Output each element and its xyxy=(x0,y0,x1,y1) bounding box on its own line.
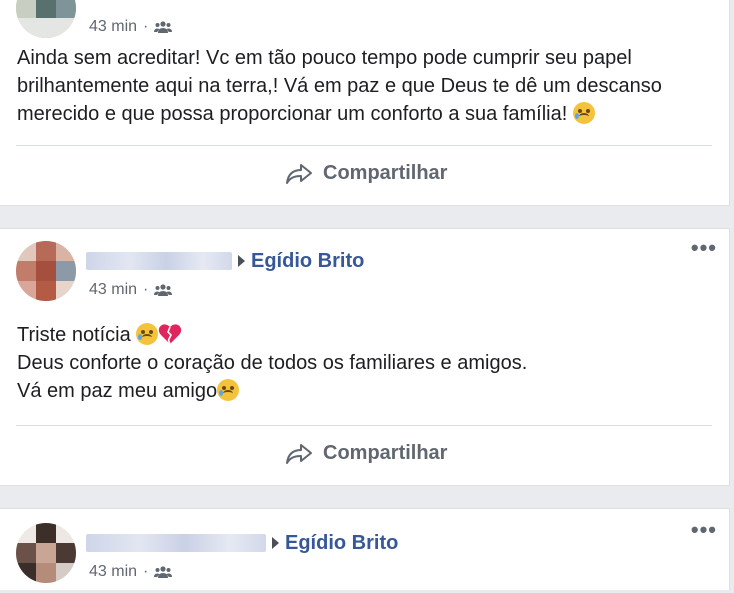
separator-dot: · xyxy=(143,18,149,35)
broken-heart-icon xyxy=(159,324,182,345)
target-profile-link[interactable]: Egídio Brito xyxy=(285,532,398,555)
author-line: Egídio Brito xyxy=(86,249,364,273)
post-text: Ainda sem acreditar! Vc em tão pouco tem… xyxy=(17,44,717,128)
target-profile-link[interactable]: Egídio Brito xyxy=(251,250,364,273)
avatar[interactable] xyxy=(16,523,76,583)
separator-dot: · xyxy=(143,281,149,298)
post-header: 43 min · xyxy=(16,0,716,48)
group-icon xyxy=(154,566,173,578)
post-meta: 43 min · xyxy=(89,563,173,581)
crying-emoji-icon xyxy=(217,379,240,401)
divider xyxy=(16,425,712,426)
crying-emoji-icon xyxy=(572,102,595,124)
post-text-line: merecido e que possa proporcionar um con… xyxy=(17,103,568,125)
crying-emoji-icon xyxy=(136,323,159,345)
divider xyxy=(16,145,712,146)
post-text-line: brilhantemente aqui na terra,! Vá em paz… xyxy=(17,75,662,97)
more-options-icon[interactable]: ••• xyxy=(691,237,717,259)
post-text-line: Ainda sem acreditar! Vc em tão pouco tem… xyxy=(17,47,632,69)
more-options-icon[interactable]: ••• xyxy=(691,519,717,541)
post-header: Egídio Brito 43 min · xyxy=(16,523,716,593)
avatar[interactable] xyxy=(16,241,76,301)
arrow-right-icon xyxy=(272,537,279,549)
post-time[interactable]: 43 min xyxy=(89,281,137,299)
arrow-right-icon xyxy=(238,255,245,267)
post-header: Egídio Brito 43 min · xyxy=(16,241,716,311)
post-card: 43 min · Ainda sem acreditar! Vc em tão … xyxy=(0,0,730,206)
author-name-redacted[interactable] xyxy=(86,534,266,552)
post-text-line: Triste notícia xyxy=(17,324,131,346)
post-meta: 43 min · xyxy=(89,281,173,299)
share-label: Compartilhar xyxy=(323,442,448,464)
post-text: Triste notícia Deus conforte o coração d… xyxy=(17,321,717,405)
post-text-line: Deus conforte o coração de todos os fami… xyxy=(17,352,528,374)
share-button[interactable]: Compartilhar xyxy=(285,162,447,185)
post-text-line: Vá em paz meu amigo xyxy=(17,380,218,402)
post-card: Egídio Brito 43 min · ••• xyxy=(0,508,730,590)
post-meta: 43 min · xyxy=(89,18,173,36)
group-icon xyxy=(154,284,173,296)
share-label: Compartilhar xyxy=(323,162,448,184)
separator-dot: · xyxy=(143,563,149,580)
author-name-redacted[interactable] xyxy=(86,252,232,270)
post-card: Egídio Brito 43 min · ••• Triste notícia… xyxy=(0,228,730,486)
avatar[interactable] xyxy=(16,0,76,38)
group-icon xyxy=(154,21,173,33)
post-time[interactable]: 43 min xyxy=(89,18,137,36)
post-time[interactable]: 43 min xyxy=(89,563,137,581)
share-button[interactable]: Compartilhar xyxy=(285,442,447,465)
share-icon xyxy=(286,163,312,184)
share-icon xyxy=(286,443,312,464)
author-line: Egídio Brito xyxy=(86,531,398,555)
